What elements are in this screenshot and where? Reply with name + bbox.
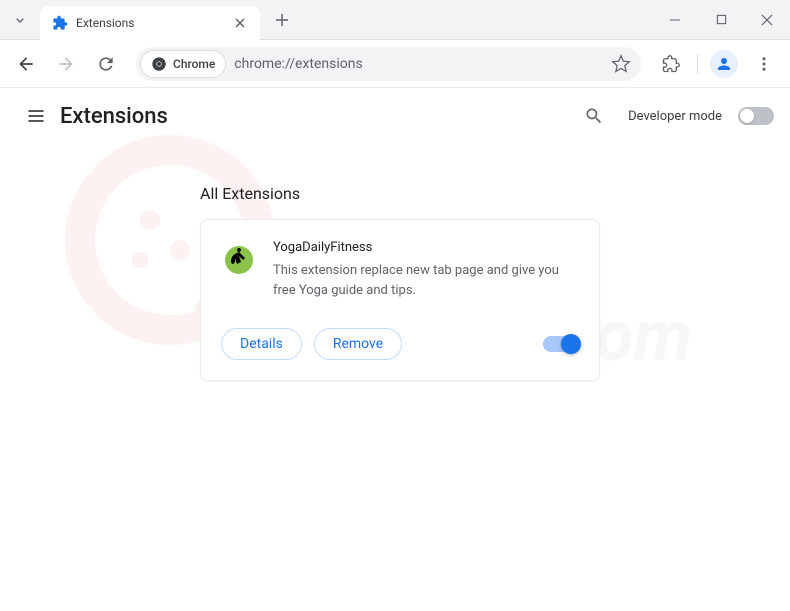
remove-button[interactable]: Remove [314,328,402,360]
content: All Extensions YogaDailyFitness This ext… [0,144,790,381]
search-icon [584,106,604,126]
extension-toggle[interactable] [543,336,579,352]
chrome-chip[interactable]: Chrome [140,50,226,78]
titlebar: Extensions [0,0,790,40]
window-controls [652,0,790,40]
close-window-button[interactable] [744,0,790,40]
puzzle-icon [662,55,680,73]
toggle-thumb [561,334,581,354]
yoga-icon [221,240,257,276]
forward-button[interactable] [48,46,84,82]
extension-description: This extension replace new tab page and … [273,261,579,300]
browser-tab[interactable]: Extensions [40,6,260,40]
toolbar: Chrome chrome://extensions [0,40,790,88]
close-icon [761,14,773,26]
dev-mode-label: Developer mode [628,109,722,124]
page-title: Extensions [60,104,168,129]
extension-card-bottom: Details Remove [221,328,579,360]
extensions-button[interactable] [653,46,689,82]
toggle-thumb [740,109,754,123]
new-tab-button[interactable] [268,6,296,34]
dev-mode-toggle[interactable] [738,107,774,125]
section-title: All Extensions [200,184,790,203]
extension-card-top: YogaDailyFitness This extension replace … [221,240,579,300]
extension-card: YogaDailyFitness This extension replace … [200,219,600,381]
reload-icon [96,54,116,74]
extensions-header: Extensions Developer mode [0,88,790,144]
maximize-button[interactable] [698,0,744,40]
maximize-icon [716,14,727,25]
bookmark-button[interactable] [605,48,637,80]
back-button[interactable] [8,46,44,82]
star-icon [611,54,631,74]
plus-icon [275,13,289,27]
header-right: Developer mode [576,98,774,134]
address-url: chrome://extensions [234,56,605,72]
person-icon [715,55,733,73]
hamburger-icon [26,106,46,126]
tab-close-button[interactable] [232,15,248,31]
search-button[interactable] [576,98,612,134]
arrow-left-icon [16,54,36,74]
details-button[interactable]: Details [221,328,302,360]
extension-icon [221,240,257,276]
address-bar[interactable]: Chrome chrome://extensions [136,47,641,81]
chrome-chip-label: Chrome [173,57,215,71]
divider [697,54,698,74]
minimize-icon [669,14,681,26]
toolbar-right [653,46,782,82]
profile-avatar [710,50,738,78]
menu-button[interactable] [746,46,782,82]
minimize-button[interactable] [652,0,698,40]
close-icon [235,18,245,28]
chrome-logo-icon [151,56,167,72]
tab-title: Extensions [76,16,232,30]
profile-button[interactable] [706,46,742,82]
hamburger-menu-button[interactable] [16,96,56,136]
arrow-right-icon [56,54,76,74]
extension-puzzle-icon [52,15,68,31]
extension-name: YogaDailyFitness [273,240,579,255]
reload-button[interactable] [88,46,124,82]
tab-search-dropdown[interactable] [0,0,40,40]
chevron-down-icon [12,12,28,28]
dots-vertical-icon [755,55,773,73]
extension-info: YogaDailyFitness This extension replace … [273,240,579,300]
